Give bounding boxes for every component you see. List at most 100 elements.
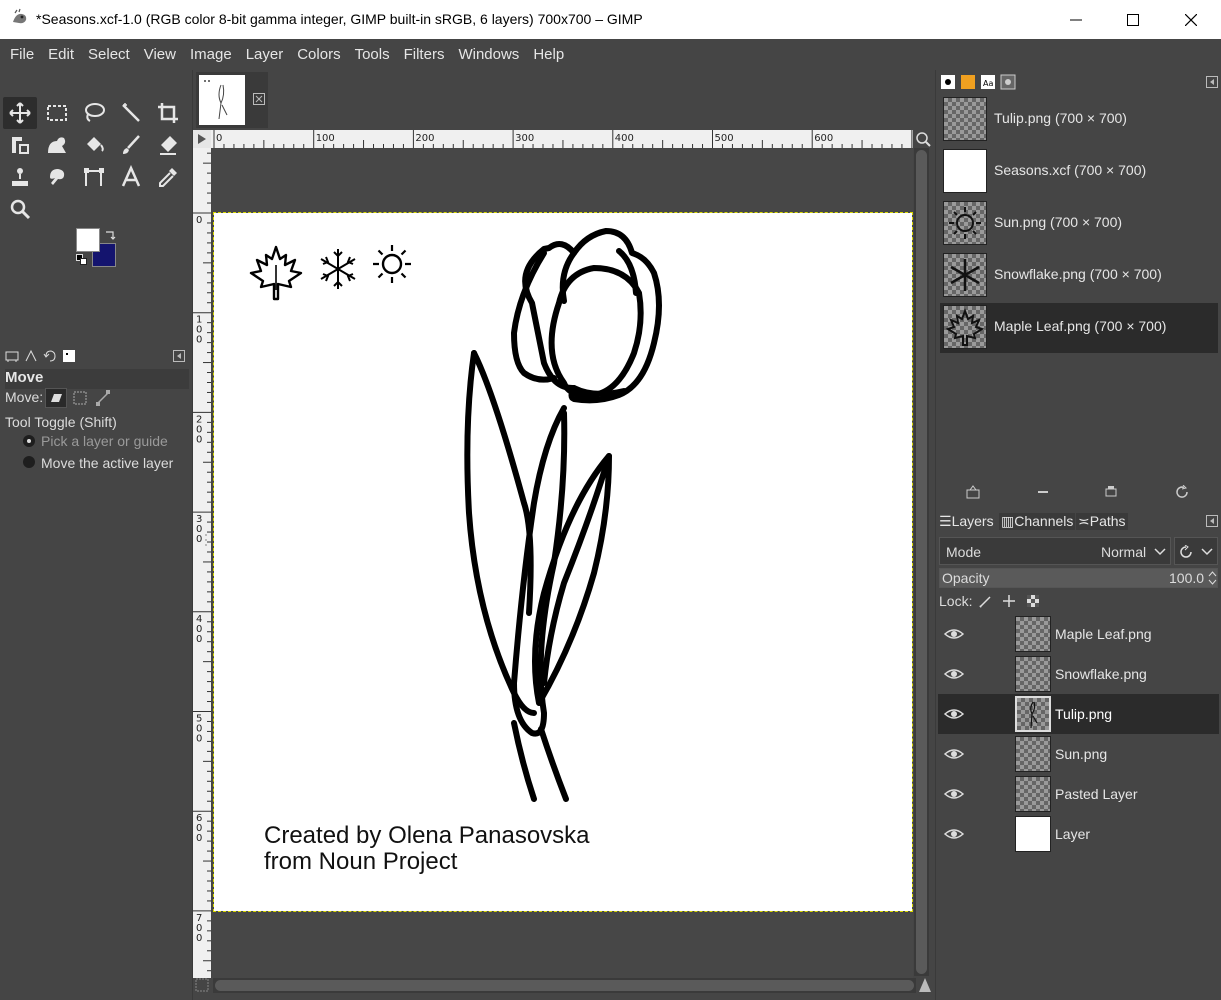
- layer-name[interactable]: Tulip.png: [1055, 706, 1112, 722]
- composite-mode-dropdown[interactable]: [1174, 537, 1218, 565]
- image-canvas[interactable]: Created by Olena Panasovska from Noun Pr…: [213, 212, 913, 912]
- menu-layer[interactable]: Layer: [239, 39, 291, 70]
- vertical-scroll-thumb[interactable]: [916, 150, 927, 974]
- move-active-layer-label[interactable]: Move the active layer: [41, 455, 173, 471]
- paintbrush-tool-button[interactable]: [114, 129, 148, 161]
- layer-name[interactable]: Layer: [1055, 826, 1090, 842]
- image-list-item[interactable]: Seasons.xcf (700 × 700): [940, 147, 1218, 197]
- lock-position-icon[interactable]: [1002, 594, 1016, 608]
- lock-alpha-icon[interactable]: [1026, 594, 1040, 608]
- image-list-item[interactable]: Sun.png (700 × 700): [940, 199, 1218, 249]
- images-tab-icon[interactable]: [62, 349, 76, 363]
- text-tool-button[interactable]: [114, 161, 148, 193]
- minimize-button[interactable]: [1047, 0, 1105, 39]
- reset-colors-icon[interactable]: [76, 254, 88, 266]
- menu-file[interactable]: File: [3, 39, 41, 70]
- bucket-fill-tool-button[interactable]: [77, 129, 111, 161]
- eye-icon[interactable]: [944, 624, 964, 644]
- move-layer-mode-button[interactable]: [45, 388, 67, 408]
- layer-row[interactable]: Maple Leaf.png: [938, 614, 1219, 654]
- image-list-item[interactable]: Tulip.png (700 × 700): [940, 95, 1218, 145]
- zoom-image-icon[interactable]: [915, 131, 931, 147]
- quick-mask-icon[interactable]: [195, 978, 209, 992]
- tab-paths[interactable]: ≍Paths: [1076, 513, 1128, 530]
- eye-icon[interactable]: [944, 824, 964, 844]
- eye-icon[interactable]: [944, 744, 964, 764]
- lock-pixels-icon[interactable]: [979, 594, 993, 608]
- configure-images-tab-icon[interactable]: [1206, 76, 1218, 88]
- close-button[interactable]: [1162, 0, 1220, 39]
- quick-mask-corner[interactable]: [193, 130, 211, 148]
- pick-layer-label[interactable]: Pick a layer or guide: [41, 433, 168, 449]
- move-tool-button[interactable]: [3, 97, 37, 129]
- refresh-icon[interactable]: [1175, 485, 1189, 499]
- layer-name[interactable]: Pasted Layer: [1055, 786, 1138, 802]
- delete-image-icon[interactable]: [1104, 485, 1118, 499]
- mode-dropdown[interactable]: Mode Normal: [939, 537, 1171, 565]
- image-list-item-selected[interactable]: Maple Leaf.png (700 × 700): [940, 303, 1218, 353]
- brushes-tab-icon[interactable]: [940, 74, 956, 90]
- menu-filters[interactable]: Filters: [397, 39, 452, 70]
- zoom-tool-button[interactable]: [3, 193, 37, 225]
- configure-tab-icon[interactable]: [173, 350, 185, 362]
- horizontal-ruler[interactable]: 0 100 200 300 400 500 600: [211, 130, 913, 148]
- swap-colors-icon[interactable]: [104, 229, 116, 241]
- image-tab-seasons[interactable]: [196, 72, 268, 128]
- move-active-layer-radio[interactable]: [23, 456, 35, 468]
- image-list-item[interactable]: Snowflake.png (700 × 700): [940, 251, 1218, 301]
- spin-arrows-icon[interactable]: [1208, 570, 1217, 586]
- tool-options-tab-icon[interactable]: [5, 349, 19, 363]
- eye-icon[interactable]: [944, 664, 964, 684]
- fonts-tab-icon[interactable]: Aa: [980, 74, 996, 90]
- tab-layers[interactable]: ☰Layers: [939, 513, 994, 530]
- images-list-tab-icon[interactable]: [1000, 74, 1016, 90]
- eye-icon[interactable]: [944, 704, 964, 724]
- tab-channels[interactable]: ▥Channels: [999, 513, 1076, 530]
- smudge-tool-button[interactable]: [40, 161, 74, 193]
- color-picker-tool-button[interactable]: [151, 161, 185, 193]
- move-path-mode-button[interactable]: [93, 388, 113, 408]
- eye-icon[interactable]: [944, 784, 964, 804]
- layer-row[interactable]: Snowflake.png: [938, 654, 1219, 694]
- transform-tool-button[interactable]: [3, 129, 37, 161]
- raise-image-icon[interactable]: [966, 485, 980, 499]
- layer-row-selected[interactable]: Tulip.png: [938, 694, 1219, 734]
- configure-layers-tab-icon[interactable]: [1206, 515, 1218, 527]
- opacity-slider[interactable]: Opacity 100.0: [939, 568, 1218, 588]
- lasso-tool-button[interactable]: [77, 97, 111, 129]
- layer-row[interactable]: Sun.png: [938, 734, 1219, 774]
- menu-windows[interactable]: Windows: [451, 39, 526, 70]
- vertical-scrollbar[interactable]: [914, 148, 929, 976]
- close-tab-icon[interactable]: [253, 93, 265, 105]
- menu-view[interactable]: View: [137, 39, 183, 70]
- layer-name[interactable]: Maple Leaf.png: [1055, 626, 1152, 642]
- clone-tool-button[interactable]: [3, 161, 37, 193]
- eraser-tool-button[interactable]: [151, 129, 185, 161]
- patterns-tab-icon[interactable]: [960, 74, 976, 90]
- menu-colors[interactable]: Colors: [290, 39, 347, 70]
- navigate-image-icon[interactable]: [917, 976, 933, 994]
- device-status-tab-icon[interactable]: [24, 349, 38, 363]
- undo-history-tab-icon[interactable]: [43, 349, 57, 363]
- horizontal-scrollbar[interactable]: [213, 978, 916, 993]
- vertical-ruler[interactable]: 0100200300400500600700: [193, 148, 211, 978]
- layer-row[interactable]: Layer: [938, 814, 1219, 854]
- maximize-button[interactable]: [1104, 0, 1162, 39]
- menu-help[interactable]: Help: [526, 39, 571, 70]
- menu-image[interactable]: Image: [183, 39, 239, 70]
- path-tool-button[interactable]: [77, 161, 111, 193]
- crop-tool-button[interactable]: [151, 97, 185, 129]
- menu-tools[interactable]: Tools: [348, 39, 397, 70]
- warp-tool-button[interactable]: [40, 129, 74, 161]
- fuzzy-select-tool-button[interactable]: [114, 97, 148, 129]
- foreground-color-swatch[interactable]: [76, 228, 100, 252]
- menu-edit[interactable]: Edit: [41, 39, 81, 70]
- rect-select-tool-button[interactable]: [40, 97, 74, 129]
- layer-row[interactable]: Pasted Layer: [938, 774, 1219, 814]
- horizontal-scroll-thumb[interactable]: [215, 980, 914, 991]
- dock-handle-left[interactable]: [203, 530, 209, 550]
- layer-name[interactable]: Snowflake.png: [1055, 666, 1147, 682]
- move-selection-mode-button[interactable]: [70, 388, 90, 408]
- layer-name[interactable]: Sun.png: [1055, 746, 1107, 762]
- menu-select[interactable]: Select: [81, 39, 137, 70]
